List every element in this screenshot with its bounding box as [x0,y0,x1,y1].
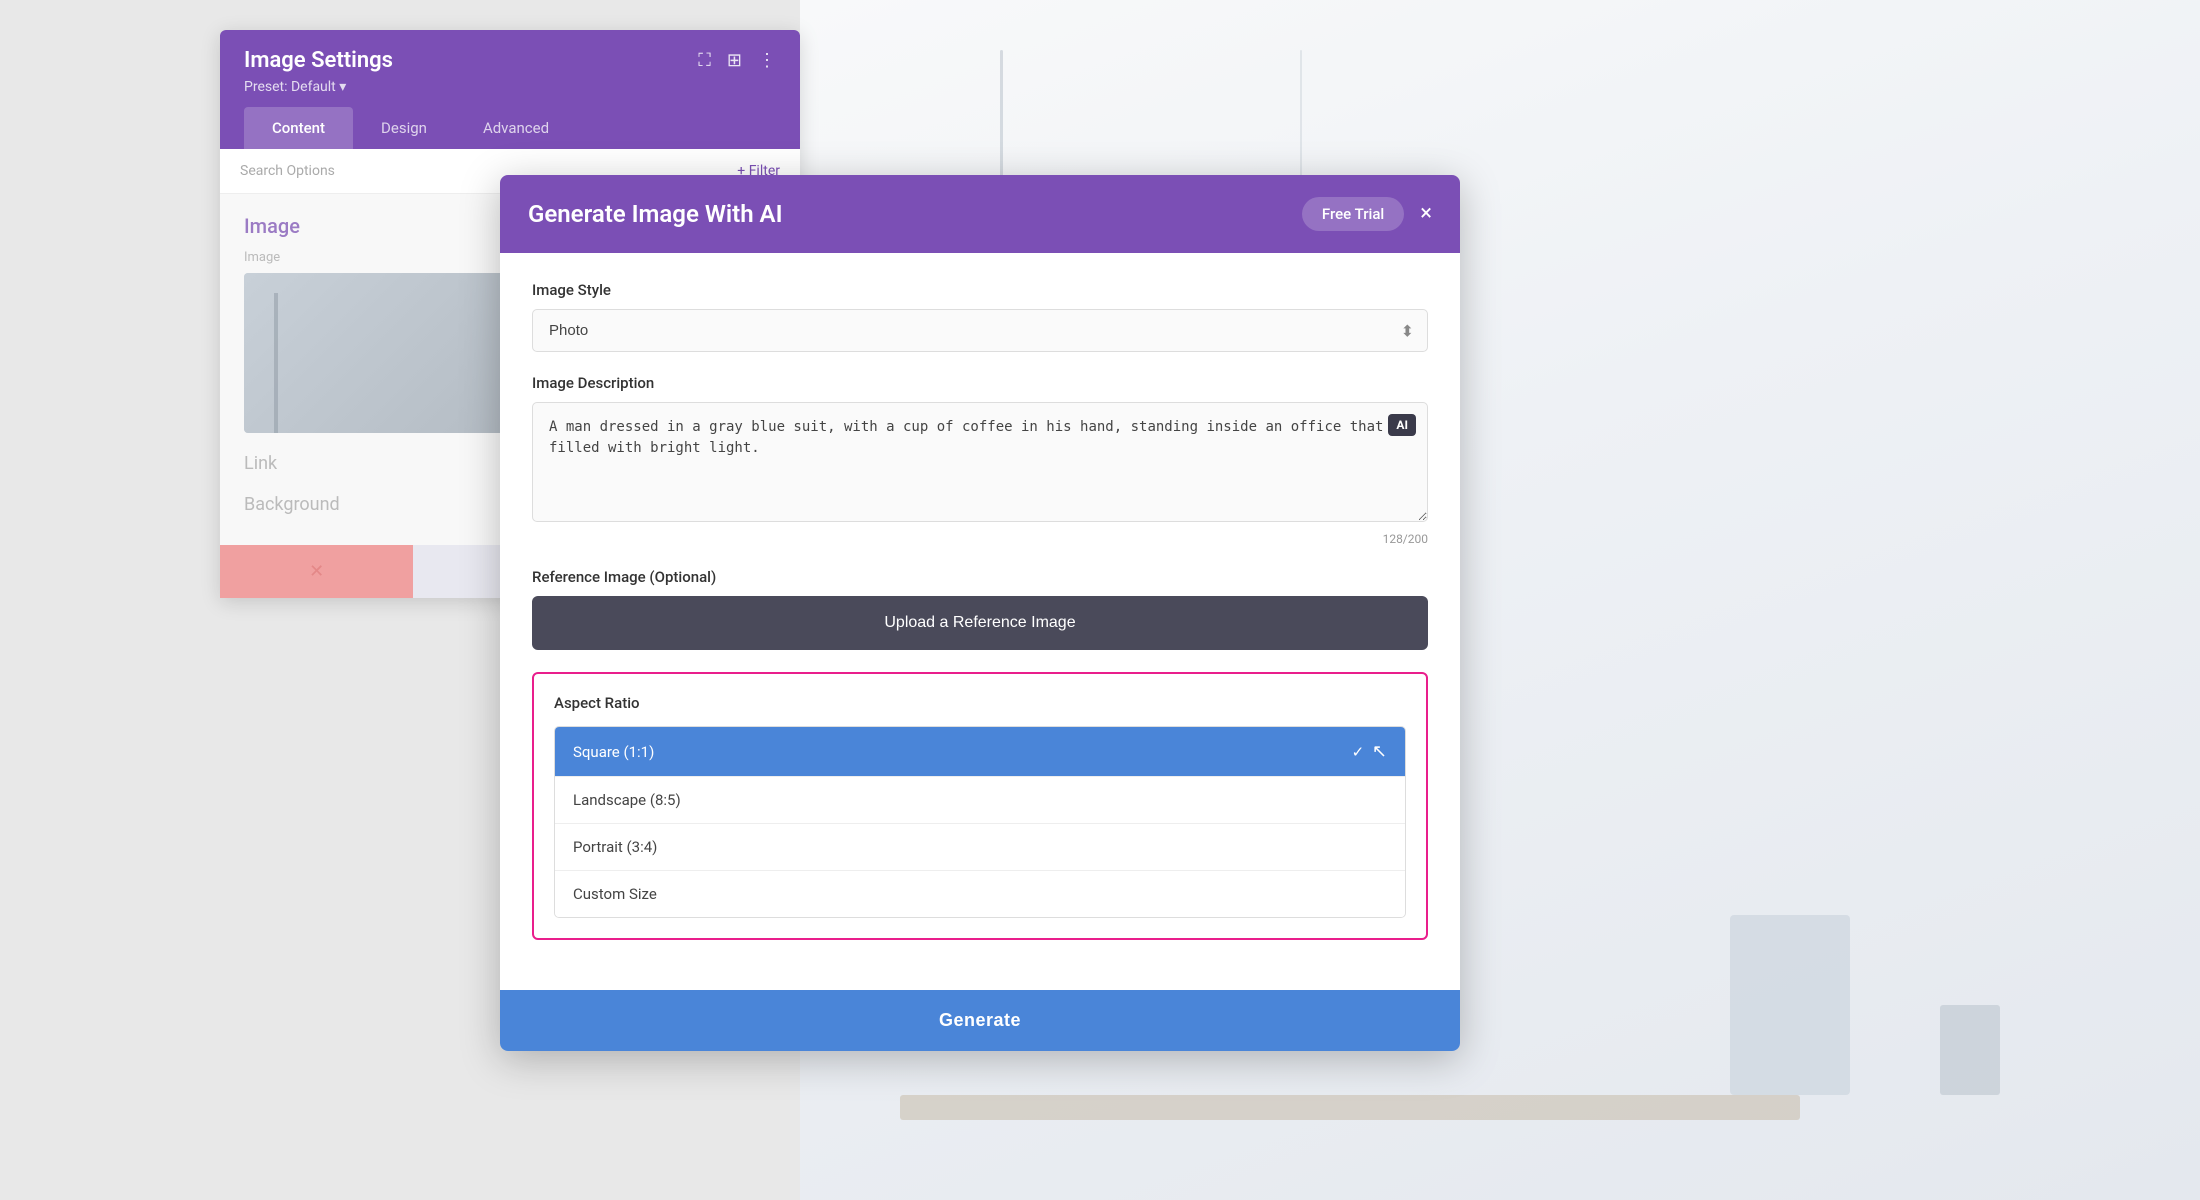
close-button[interactable]: × [1420,203,1432,225]
image-style-group: Image Style Photo Illustration Painting … [532,281,1428,352]
aspect-ratio-option-portrait[interactable]: Portrait (3:4) [555,824,1405,871]
char-count: 128/200 [532,532,1428,546]
modal-header-right: Free Trial × [1302,197,1432,231]
image-description-label: Image Description [532,374,1428,392]
free-trial-badge[interactable]: Free Trial [1302,197,1404,231]
image-style-label: Image Style [532,281,1428,299]
ai-badge: AI [1388,414,1416,436]
fullscreen-icon[interactable]: ⛶ [698,50,711,71]
aspect-ratio-dropdown: Square (1:1) ✓ ↖ Landscape (8:5) Portrai… [554,726,1406,918]
image-description-group: Image Description AI 128/200 [532,374,1428,546]
modal-body: Image Style Photo Illustration Painting … [500,253,1460,990]
office-desk [900,1095,1800,1120]
modal-title: Generate Image With AI [528,200,782,228]
upload-reference-button[interactable]: Upload a Reference Image [532,596,1428,650]
modal-header: Generate Image With AI Free Trial × [500,175,1460,253]
panel-header: Image Settings ⛶ ⊞ ⋮ Preset: Default ▾ C… [220,30,800,149]
generate-button[interactable]: Generate [500,990,1460,1051]
reference-image-group: Reference Image (Optional) Upload a Refe… [532,568,1428,650]
preview-line [274,293,278,433]
office-book [1940,1005,2000,1095]
aspect-ratio-label: Aspect Ratio [554,694,1406,712]
panel-tabs: Content Design Advanced [244,107,776,149]
ai-modal: Generate Image With AI Free Trial × Imag… [500,175,1460,1051]
image-style-select[interactable]: Photo Illustration Painting Drawing [532,309,1428,352]
aspect-ratio-option-custom-label: Custom Size [573,885,657,903]
panel-preset[interactable]: Preset: Default ▾ [244,79,776,95]
aspect-ratio-option-custom[interactable]: Custom Size [555,871,1405,917]
office-monitor [1730,915,1850,1095]
image-description-textarea[interactable] [532,402,1428,522]
aspect-ratio-section: Aspect Ratio Square (1:1) ✓ ↖ Landscape … [532,672,1428,940]
aspect-ratio-option-square[interactable]: Square (1:1) ✓ ↖ [555,727,1405,777]
aspect-ratio-option-landscape-label: Landscape (8:5) [573,791,681,809]
aspect-ratio-option-square-label: Square (1:1) [573,743,654,761]
aspect-ratio-option-landscape[interactable]: Landscape (8:5) [555,777,1405,824]
panel-title: Image Settings [244,48,393,73]
tab-design[interactable]: Design [353,107,455,149]
panel-title-row: Image Settings ⛶ ⊞ ⋮ [244,48,776,73]
panel-icons: ⛶ ⊞ ⋮ [698,50,776,71]
cancel-button[interactable]: ✕ [220,545,413,598]
checkmark-icon: ✓ ↖ [1352,741,1387,762]
reference-image-label: Reference Image (Optional) [532,568,1428,586]
tab-content[interactable]: Content [244,107,353,149]
image-style-select-wrapper: Photo Illustration Painting Drawing [532,309,1428,352]
search-placeholder: Search Options [240,163,335,179]
menu-icon[interactable]: ⋮ [758,50,776,71]
split-icon[interactable]: ⊞ [727,50,742,71]
tab-advanced[interactable]: Advanced [455,107,577,149]
image-description-wrapper: AI [532,402,1428,526]
aspect-ratio-option-portrait-label: Portrait (3:4) [573,838,657,856]
